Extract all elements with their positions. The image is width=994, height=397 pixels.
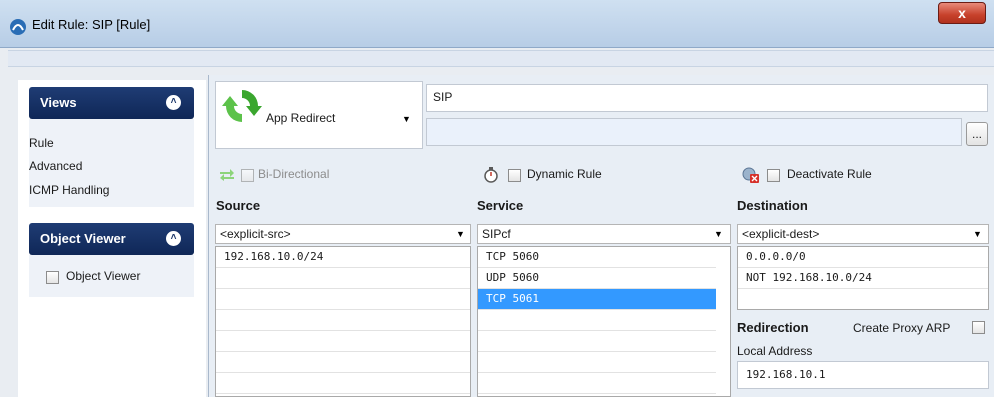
service-header: Service bbox=[477, 198, 524, 213]
destination-combo[interactable]: <explicit-dest> bbox=[737, 224, 989, 244]
destination-dropdown-icon[interactable]: ▼ bbox=[973, 229, 982, 239]
object-viewer-panel-title: Object Viewer bbox=[40, 231, 126, 246]
source-combo-value: <explicit-src> bbox=[220, 227, 291, 241]
service-combo[interactable]: SIPcf bbox=[477, 224, 731, 244]
destination-combo-value: <explicit-dest> bbox=[742, 227, 820, 241]
redirection-header: Redirection bbox=[737, 320, 809, 335]
deactivate-rule-label: Deactivate Rule bbox=[787, 167, 872, 181]
list-item bbox=[478, 352, 716, 373]
source-combo[interactable]: <explicit-src> bbox=[215, 224, 471, 244]
deactivate-rule-checkbox[interactable] bbox=[767, 169, 780, 182]
views-panel-title: Views bbox=[40, 95, 77, 110]
local-address-input[interactable]: 192.168.10.1 bbox=[737, 361, 989, 389]
action-label: App Redirect bbox=[266, 111, 336, 125]
list-item bbox=[216, 310, 470, 331]
destination-header: Destination bbox=[737, 198, 808, 213]
dynamic-rule-label: Dynamic Rule bbox=[527, 167, 602, 181]
rule-comment-input[interactable] bbox=[426, 118, 962, 146]
list-item[interactable]: UDP 5060 bbox=[478, 268, 716, 289]
object-viewer-checkbox[interactable] bbox=[46, 271, 59, 284]
service-dropdown-icon[interactable]: ▼ bbox=[714, 229, 723, 239]
bidirectional-label: Bi-Directional bbox=[258, 167, 330, 181]
list-item[interactable]: TCP 5060 bbox=[478, 247, 716, 268]
list-item-selected[interactable]: TCP 5061 bbox=[478, 289, 716, 310]
dynamic-rule-checkbox[interactable] bbox=[508, 169, 521, 182]
rule-name-input[interactable]: SIP bbox=[426, 84, 988, 112]
source-dropdown-icon[interactable]: ▼ bbox=[456, 229, 465, 239]
list-item bbox=[478, 310, 716, 331]
list-item[interactable]: 192.168.10.0/24 bbox=[216, 247, 470, 268]
destination-list: 0.0.0.0/0 NOT 192.168.10.0/24 bbox=[737, 246, 989, 310]
list-item bbox=[216, 373, 470, 394]
source-header: Source bbox=[216, 198, 261, 213]
nav-item-rule[interactable]: Rule bbox=[29, 136, 54, 150]
nav-item-icmp-handling[interactable]: ICMP Handling bbox=[29, 183, 109, 197]
service-list: TCP 5060 UDP 5060 TCP 5061 bbox=[477, 246, 731, 397]
window-title: Edit Rule: SIP [Rule] bbox=[32, 17, 151, 32]
toolbar-strip bbox=[8, 50, 994, 67]
bidirectional-checkbox[interactable] bbox=[241, 169, 254, 182]
bidirectional-arrows-icon bbox=[220, 169, 234, 181]
app-redirect-icon bbox=[222, 90, 262, 122]
app-icon bbox=[10, 19, 26, 35]
list-item[interactable]: NOT 192.168.10.0/24 bbox=[738, 268, 988, 289]
action-dropdown-icon[interactable]: ▼ bbox=[402, 114, 411, 124]
list-item bbox=[216, 289, 470, 310]
local-address-label: Local Address bbox=[737, 344, 813, 358]
list-item bbox=[478, 373, 716, 394]
source-list: 192.168.10.0/24 bbox=[215, 246, 471, 397]
service-combo-value: SIPcf bbox=[482, 227, 511, 241]
comment-ellipsis-button[interactable]: ... bbox=[966, 122, 988, 146]
views-collapse-icon[interactable]: ˄ bbox=[166, 95, 181, 110]
list-item bbox=[216, 331, 470, 352]
object-viewer-label: Object Viewer bbox=[66, 269, 141, 283]
list-item bbox=[478, 331, 716, 352]
object-viewer-collapse-icon[interactable]: ˄ bbox=[166, 231, 181, 246]
deactivate-rule-icon bbox=[742, 167, 759, 183]
list-item bbox=[216, 268, 470, 289]
nav-item-advanced[interactable]: Advanced bbox=[29, 159, 82, 173]
stopwatch-icon bbox=[484, 167, 498, 183]
create-proxy-arp-checkbox[interactable] bbox=[972, 321, 985, 334]
close-button[interactable]: x bbox=[938, 2, 986, 24]
list-item[interactable]: 0.0.0.0/0 bbox=[738, 247, 988, 268]
create-proxy-arp-label: Create Proxy ARP bbox=[853, 321, 951, 335]
list-item bbox=[216, 352, 470, 373]
